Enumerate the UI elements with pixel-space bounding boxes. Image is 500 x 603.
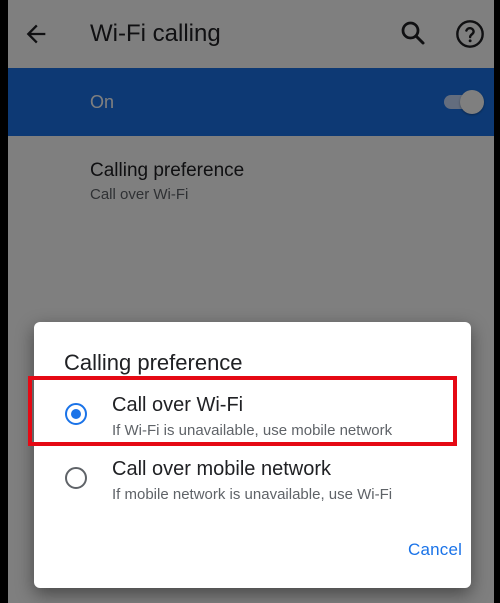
- calling-preference-dialog: Calling preference Call over Wi-Fi If Wi…: [34, 322, 471, 588]
- radio-selected-icon[interactable]: [64, 402, 88, 426]
- option-call-over-wifi[interactable]: Call over Wi-Fi If Wi-Fi is unavailable,…: [34, 382, 471, 442]
- wifi-calling-screen: Wi-Fi calling On Calling preference Call…: [8, 0, 494, 603]
- dialog-title: Calling preference: [64, 350, 243, 375]
- radio-unselected-icon[interactable]: [64, 466, 88, 490]
- option-subtitle: If mobile network is unavailable, use Wi…: [112, 486, 393, 503]
- option-title: Call over mobile network: [112, 458, 331, 480]
- option-call-over-mobile-network[interactable]: Call over mobile network If mobile netwo…: [34, 446, 471, 506]
- cancel-button[interactable]: Cancel: [408, 540, 462, 560]
- option-title: Call over Wi-Fi: [112, 394, 244, 416]
- option-subtitle: If Wi-Fi is unavailable, use mobile netw…: [112, 422, 393, 439]
